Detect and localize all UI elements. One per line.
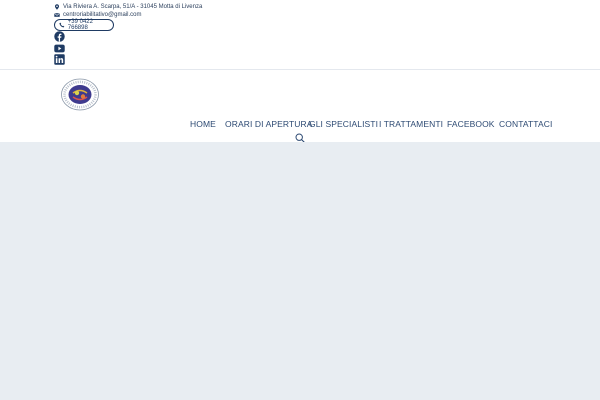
nav-item-orari-di-apertura[interactable]: ORARI DI APERTURA — [225, 119, 313, 129]
envelope-icon — [54, 13, 60, 17]
top-info-bar: Via Riviera A. Scarpa, 51/A - 31045 Mott… — [0, 0, 600, 70]
main-content-area — [0, 142, 600, 400]
youtube-link[interactable] — [54, 43, 65, 54]
map-marker-icon — [54, 4, 60, 10]
site-logo[interactable] — [60, 78, 100, 111]
facebook-icon — [54, 31, 65, 42]
nav-item-contattaci[interactable]: CONTATTACI — [499, 119, 552, 129]
linkedin-icon — [54, 54, 65, 65]
nav-item-facebook[interactable]: FACEBOOK — [447, 119, 495, 129]
phone-icon — [59, 22, 65, 28]
youtube-icon — [54, 44, 65, 53]
search-button[interactable] — [295, 130, 305, 143]
address-row: Via Riviera A. Scarpa, 51/A - 31045 Mott… — [54, 4, 202, 10]
facebook-link[interactable] — [54, 31, 65, 42]
site-header: HOME ORARI DI APERTURA GLI SPECIALISTI I… — [0, 70, 600, 143]
nav-item-i-trattamenti[interactable]: I TRATTAMENTI — [379, 119, 443, 129]
nav-item-gli-specialisti[interactable]: GLI SPECIALISTI — [309, 119, 378, 129]
nav-item-home[interactable]: HOME — [190, 119, 216, 129]
logo-emblem-icon — [61, 78, 99, 111]
phone-button[interactable]: +39 0422 766898 — [54, 19, 114, 31]
email-link[interactable]: centroriabilitativo@gmail.com — [63, 12, 141, 18]
address-text: Via Riviera A. Scarpa, 51/A - 31045 Mott… — [63, 4, 203, 10]
phone-number: +39 0422 766898 — [67, 19, 93, 31]
email-row[interactable]: centroriabilitativo@gmail.com — [54, 12, 141, 18]
linkedin-link[interactable] — [54, 54, 65, 65]
